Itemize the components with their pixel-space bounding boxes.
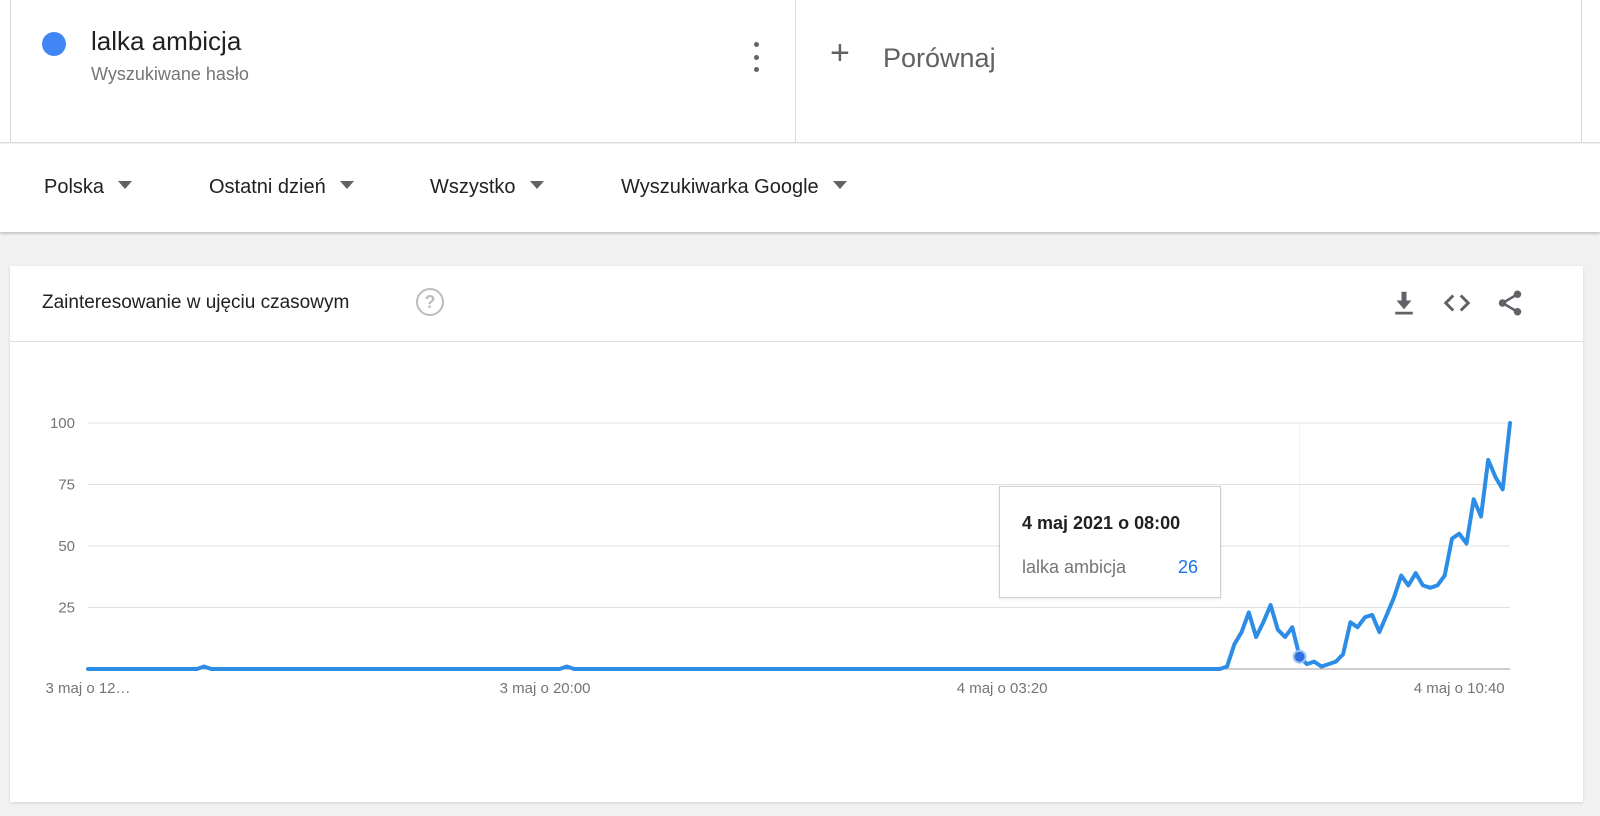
- filter-time-range-label: Ostatni dzień: [209, 176, 326, 198]
- y-tick-label: 25: [58, 600, 75, 617]
- filter-time-range[interactable]: Ostatni dzień: [209, 176, 354, 199]
- y-tick-label: 50: [58, 538, 75, 555]
- chart-tooltip: 4 maj 2021 o 08:00 lalka ambicja 26: [999, 486, 1221, 598]
- x-tick-label: 3 maj o 20:00: [500, 680, 591, 697]
- more-options-icon[interactable]: [749, 42, 763, 72]
- plus-icon: +: [830, 34, 850, 72]
- caret-down-icon: [832, 181, 847, 189]
- y-tick-label: 75: [58, 477, 75, 494]
- term-bar: lalka ambicja Wyszukiwane hasło + Porówn…: [0, 0, 1600, 143]
- filter-bar: Polska Ostatni dzień Wszystko Wyszukiwar…: [0, 144, 1600, 232]
- y-tick-label: 100: [50, 415, 75, 432]
- x-tick-label: 4 maj o 03:20: [957, 680, 1048, 697]
- term-color-dot: [42, 32, 66, 56]
- highlighted-point[interactable]: [1292, 649, 1307, 664]
- compare-label: Porównaj: [883, 43, 996, 73]
- caret-down-icon: [529, 181, 544, 189]
- caret-down-icon: [118, 181, 133, 189]
- caret-down-icon: [339, 181, 354, 189]
- filter-search-type[interactable]: Wyszukiwarka Google: [621, 176, 847, 199]
- tooltip-term: lalka ambicja: [1022, 557, 1127, 577]
- tooltip-date: 4 maj 2021 o 08:00: [1022, 513, 1181, 533]
- compare-button[interactable]: + Porównaj: [796, 0, 1582, 143]
- search-term-card[interactable]: lalka ambicja Wyszukiwane hasło: [10, 0, 796, 143]
- term-name: lalka ambicja: [91, 26, 242, 56]
- term-type: Wyszukiwane hasło: [91, 64, 249, 84]
- x-tick-label: 4 maj o 10:40: [1414, 680, 1505, 697]
- filter-category-label: Wszystko: [430, 176, 516, 198]
- x-tick-label: 3 maj o 12…: [45, 680, 130, 697]
- filter-category[interactable]: Wszystko: [430, 176, 544, 199]
- tooltip-value: 26: [1177, 557, 1198, 577]
- interest-line-chart[interactable]: 100 75 50 25 3 maj o 12… 3 maj o 20:00 4 maj o…: [10, 266, 1583, 802]
- filter-region[interactable]: Polska: [44, 176, 133, 199]
- interest-over-time-card: Zainteresowanie w ujęciu czasowym ? 100 7…: [10, 266, 1583, 802]
- filter-region-label: Polska: [44, 176, 105, 198]
- filter-search-type-label: Wyszukiwarka Google: [621, 176, 819, 198]
